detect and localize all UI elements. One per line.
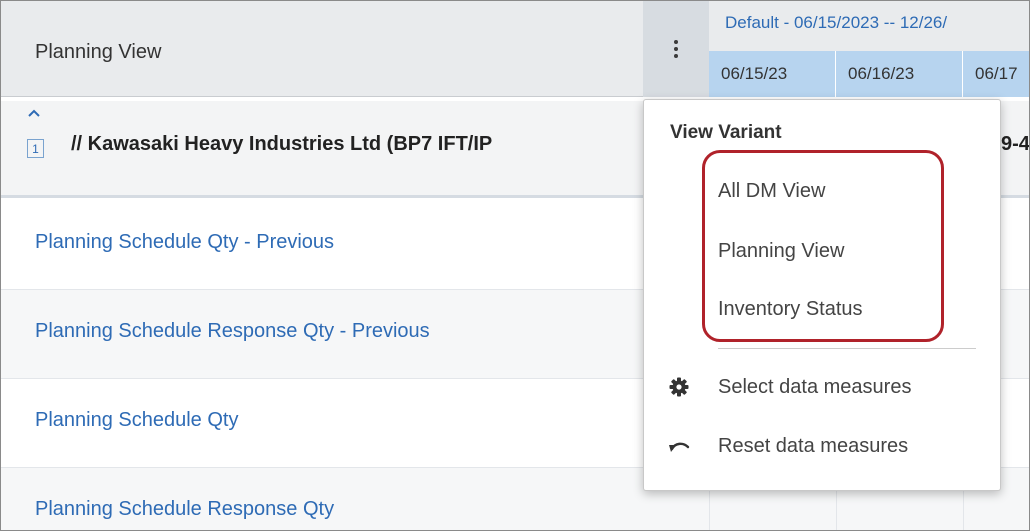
date-column-headers: 06/15/23 06/16/23 06/17 (709, 51, 1029, 97)
page-title: Planning View (35, 41, 162, 63)
collapse-caret-icon[interactable] (28, 109, 40, 117)
menu-item-inventory-status[interactable]: Inventory Status (718, 298, 863, 321)
date-column-header[interactable]: 06/15/23 (709, 51, 836, 97)
menu-heading: View Variant (670, 122, 782, 143)
row-label-link[interactable]: Planning Schedule Qty - Previous (35, 231, 334, 254)
menu-item-planning-view[interactable]: Planning View (718, 240, 844, 263)
group-title: // Kawasaki Heavy Industries Ltd (BP7 IF… (71, 133, 493, 155)
planning-grid-window: Planning View Default - 06/15/2023 -- 12… (0, 0, 1030, 531)
menu-item-select-data-measures[interactable]: Select data measures (666, 372, 911, 402)
group-count-badge: 1 (27, 139, 44, 158)
gear-icon (666, 376, 692, 398)
row-label-link[interactable]: Planning Schedule Qty (35, 409, 238, 432)
date-column-header[interactable]: 06/16/23 (836, 51, 963, 97)
menu-item-all-dm-view[interactable]: All DM View (718, 180, 825, 203)
date-range-link[interactable]: Default - 06/15/2023 -- 12/26/ (725, 13, 947, 33)
group-date-fragment: 9-4 (1001, 133, 1030, 155)
row-label-link[interactable]: Planning Schedule Response Qty - Previou… (35, 320, 430, 343)
menu-item-reset-data-measures[interactable]: Reset data measures (666, 431, 908, 461)
more-options-button[interactable] (643, 1, 709, 97)
menu-item-label: Reset data measures (718, 434, 909, 457)
undo-icon (666, 435, 692, 457)
row-label-link[interactable]: Planning Schedule Response Qty (35, 498, 334, 521)
view-options-menu: View Variant All DM View Planning View I… (643, 99, 1001, 491)
kebab-icon (674, 40, 678, 58)
grid-header: Planning View Default - 06/15/2023 -- 12… (1, 1, 1029, 97)
menu-divider (718, 348, 976, 349)
date-column-header[interactable]: 06/17 (963, 51, 1029, 97)
menu-item-label: Select data measures (718, 375, 912, 398)
